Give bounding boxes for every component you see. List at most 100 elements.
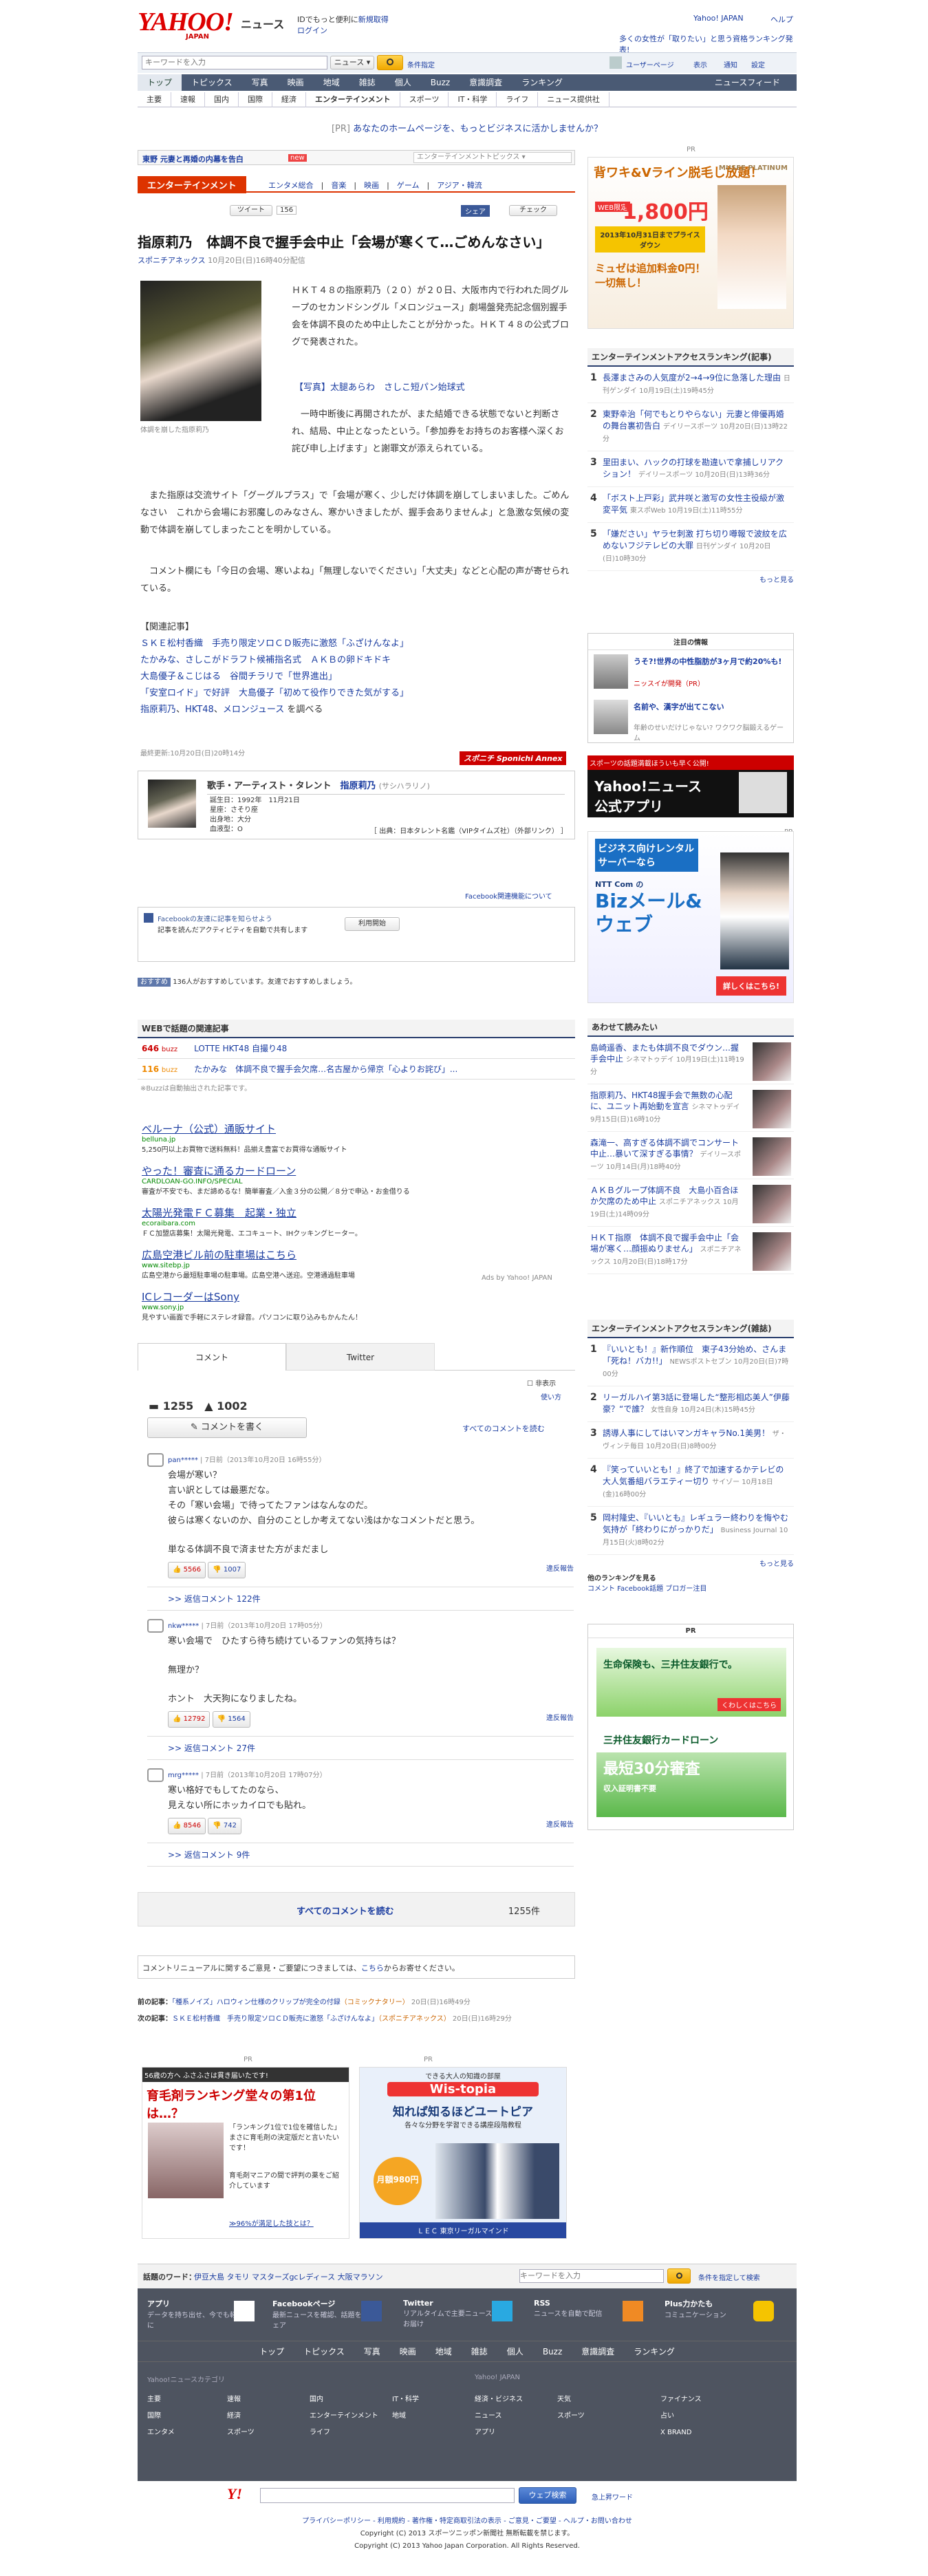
footer-web-search-input[interactable] xyxy=(260,2488,515,2503)
help-link[interactable]: ヘルプ xyxy=(770,14,793,25)
news-app-ad[interactable]: スポーツの話題満載ほういも早く公開! Yahoo!ニュース公式アプリ xyxy=(587,755,794,817)
thumbs-up-button[interactable]: 👍 5566 xyxy=(168,1562,206,1578)
musee-ad[interactable]: 背ワキ&Vライン脱毛し放題！ WEB限定 1,800円 2013年10月31日ま… xyxy=(587,157,794,329)
ranking-item[interactable]: 5 岡村隆史、『いいとも』レギュラー終わりを悔やむ気持が「終わりにがっかりだ」 B… xyxy=(587,1507,794,1555)
yahoo-y-logo[interactable]: Y! xyxy=(227,2485,242,2503)
web-search-button[interactable]: ウェブ検索 xyxy=(519,2487,576,2504)
profile-name[interactable]: 指原莉乃 xyxy=(340,781,376,791)
ad-item[interactable]: ベルーナ（公式）通販サイト belluna.jp 5,250円以上お買物で送料無料！… xyxy=(142,1121,568,1154)
thumbs-down-button[interactable]: 👎 1007 xyxy=(208,1562,246,1578)
search-button[interactable] xyxy=(377,55,403,70)
footer-rss[interactable]: RSS ニュースを自動で配信 xyxy=(534,2298,630,2318)
nav-tab-movie[interactable]: 映画 xyxy=(278,74,314,91)
ntt-ad[interactable]: ビジネス向けレンタルサーバーなら NTT Com の Bizメール&ウェブ 詳し… xyxy=(587,831,794,1003)
hide-checkbox[interactable]: ☐ 非表示 xyxy=(527,1377,556,1388)
cat-link-general[interactable]: エンタメ総合 xyxy=(268,181,314,190)
keyword-link-1[interactable]: 指原莉乃 xyxy=(140,705,176,715)
thumbs-up-button[interactable]: 👍 12792 xyxy=(168,1711,211,1728)
keyword-link-3[interactable]: メロンジュース xyxy=(223,705,284,715)
nav-tab-top[interactable]: トップ xyxy=(138,74,182,91)
facebook-settings-link[interactable]: Facebook関連機能について xyxy=(465,890,552,901)
web-topic-row[interactable]: 116 buzz たかみな 体調不良で握手会欠席…名古屋から帰京「心よりお詫び」… xyxy=(138,1059,575,1080)
legal-links[interactable]: プライバシーポリシー - 利用規約 - 著作権・特定商取引法の表示 - ご意見・… xyxy=(302,2518,632,2525)
ranking-item[interactable]: 1 長澤まさみの人気度が2→4→9位に急落した理由 日刊ゲンダイ 10月19日(土… xyxy=(587,367,794,403)
subnav-sports[interactable]: スポーツ xyxy=(400,92,449,107)
tab-twitter[interactable]: Twitter xyxy=(286,1343,435,1371)
cat-link-movie[interactable]: 映画 xyxy=(364,181,379,190)
check-button[interactable]: チェック xyxy=(509,205,557,216)
search-input[interactable] xyxy=(142,56,327,69)
search-scope-select[interactable]: ニュース ▾ xyxy=(330,56,374,69)
ad-item[interactable]: 太陽光発電ＦＣ募集 起業・独立 ecoraibara.com ＦＣ加盟店募集！太陽光… xyxy=(142,1205,568,1238)
pr-line-link[interactable]: あなたのホームページを、もっとビジネスに活かしませんか？ xyxy=(353,124,603,134)
nav-tab-ranking[interactable]: ランキング xyxy=(512,74,572,91)
photo-link[interactable]: 【写真】太腿あらわ さしこ短パン始球式 xyxy=(294,380,465,393)
prev-article-link[interactable]: 「種系ノイズ」ハロウィン仕様のクリップが完全の付録 xyxy=(172,1999,341,2006)
web-topic-row[interactable]: 646 buzz LOTTE HKT48 自撮り48 xyxy=(138,1038,575,1059)
footer-facebook[interactable]: Facebookページ 最新ニュースを確認、話題をシェア xyxy=(272,2298,369,2330)
subnav-entertainment[interactable]: エンターテインメント xyxy=(306,92,400,107)
cat-link-asia[interactable]: アジア・韓流 xyxy=(437,181,482,190)
article-source[interactable]: スポニチアネックス xyxy=(138,256,206,265)
nav-tab-survey[interactable]: 意識調査 xyxy=(460,74,512,91)
subnav-domestic[interactable]: 国内 xyxy=(205,92,239,107)
topics-select[interactable]: エンターテインメントトピックス ▾ xyxy=(413,152,572,163)
footer-search-input[interactable] xyxy=(519,2269,664,2283)
related-link-3[interactable]: 大島優子＆こじはる 谷間チラリで「世界進出」 xyxy=(140,669,572,685)
nav-tab-buzz[interactable]: Buzz xyxy=(421,74,460,91)
hair-ad[interactable]: 56歳の方へ ふさふさは貫き届いたです! 育毛剤ランキング堂々の第1位は…？ 「… xyxy=(142,2067,349,2239)
replies-link[interactable]: >> 返信コメント 9件 xyxy=(168,1850,250,1860)
footer-twitter[interactable]: Twitter リアルタイムで主要ニュースをお届け xyxy=(403,2298,499,2328)
write-comment-button[interactable]: ✎ コメントを書く xyxy=(147,1417,307,1438)
smbc-insurance-ad[interactable]: 生命保険も、三井住友銀行で。 くわしくはこちら xyxy=(596,1648,786,1717)
cat-link-music[interactable]: 音楽 xyxy=(331,181,346,190)
related-link-1[interactable]: ＳＫＥ松村香織 手売り限定ソロＣＤ販売に激怒「ふざけんなよ」 xyxy=(140,636,572,652)
more-link[interactable]: もっと見る xyxy=(759,574,794,584)
ranking-item[interactable]: 4 『笑っていいとも！』終了で加速するかテレビの大人気番組バラエティー切り サイゾ… xyxy=(587,1459,794,1507)
ranking-item[interactable]: 2 リーガルハイ第3話に登場した“整形相応美人”伊藤豪？“で誰？ 女性自身 10月… xyxy=(587,1386,794,1422)
howto-link[interactable]: 使い方 xyxy=(541,1391,561,1402)
cat-link-game[interactable]: ゲーム xyxy=(397,181,420,190)
footer-plus[interactable]: Plus力かたも コミュニケーション xyxy=(665,2298,761,2319)
report-link[interactable]: 違反報告 xyxy=(546,1818,574,1833)
fb-share-button[interactable]: シェア xyxy=(461,205,490,217)
smbc-loan-ad[interactable]: 三井住友銀行カードローン 最短30分審査 収入証明書不要 xyxy=(596,1728,786,1817)
display-link[interactable]: 表示 xyxy=(693,59,707,69)
ad-item[interactable]: ICレコーダーはSony www.sony.jp 見やすい画面で手軽にステレオ録音。… xyxy=(142,1289,568,1322)
related-link-4[interactable]: 「安室ロイド」で好評 大島優子「初めて役作りできた気がする」 xyxy=(140,685,572,702)
subnav-economy[interactable]: 経済 xyxy=(272,92,306,107)
yahoo-top-link[interactable]: Yahoo! JAPAN xyxy=(693,14,744,23)
next-article-link[interactable]: ＳＫＥ松村香織 手売り限定ソロＣＤ販売に激怒「ふざけんなよ」 xyxy=(172,2015,378,2023)
ad-item[interactable]: やった！審査に通るカードローン CARDLOAN-GO.INFO/SPECIAL 審… xyxy=(142,1163,568,1196)
read-all-bottom-link[interactable]: すべてのコメントを読む xyxy=(296,1904,394,1917)
ranking-item[interactable]: 4 「ボスト上戸彩」武井咲と激写の女性主役級が激変平気 東スポWeb 10月19日… xyxy=(587,487,794,523)
ranking-item[interactable]: 1 『いいとも！』新作順位 東子43分始め、さんま「死ね！バカ!!」 NEWSポス… xyxy=(587,1338,794,1386)
trend-words[interactable]: 伊豆大島 タモリ マスターズgcレディース 大阪マラソン xyxy=(194,2271,383,2282)
news-feed-link[interactable]: ニュースフィード xyxy=(705,74,790,91)
more-link[interactable]: もっと見る xyxy=(759,1558,794,1568)
subnav-life[interactable]: ライフ xyxy=(497,92,539,107)
related-item[interactable]: 指原莉乃、HKT48握手会で無数の心配に、ユニット再始動を宣言 シネマトゥデイ … xyxy=(587,1084,794,1132)
ad-cta-button[interactable]: 詳しくはこちら! xyxy=(715,976,786,996)
nav-tab-local[interactable]: 地域 xyxy=(314,74,349,91)
notify-link[interactable]: 通知 xyxy=(724,59,737,69)
subnav-main[interactable]: 主要 xyxy=(138,92,171,107)
other-rank-links[interactable]: コメント Facebook話題 ブロガー注目 xyxy=(587,1585,706,1593)
read-all-link[interactable]: すべてのコメントを読む xyxy=(462,1423,545,1434)
trending-words-link[interactable]: 急上昇ワード xyxy=(592,2491,633,2502)
footer-app[interactable]: アプリ データを持ち出せ、今でも軽量に xyxy=(147,2298,244,2330)
footer-search-options[interactable]: 条件を指定して検索 xyxy=(698,2272,760,2282)
footer-search-button[interactable] xyxy=(667,2268,691,2284)
subnav-flash[interactable]: 速報 xyxy=(171,92,205,107)
related-link-2[interactable]: たかみな、さしこがドラフト候補指名式 ＡＫＢの卵ドキドキ xyxy=(140,652,572,669)
related-item[interactable]: ＨＫＴ指原 体調不良で握手会中止「会場が寒く…顔振ぬりません」 スポニチアネック… xyxy=(587,1227,794,1274)
replies-link[interactable]: >> 返信コメント 122件 xyxy=(168,1594,261,1604)
thumbs-down-button[interactable]: 👎 1564 xyxy=(212,1711,250,1728)
ranking-item[interactable]: 2 東野幸治「何でもとりやらない」元妻と俳優再婚の舞台裏初告白 デイリースポーツ … xyxy=(587,403,794,451)
nav-tab-topics[interactable]: トピックス xyxy=(182,74,242,91)
tweet-button[interactable]: ツイート xyxy=(230,205,272,216)
report-link[interactable]: 違反報告 xyxy=(546,1562,574,1577)
article-photo[interactable] xyxy=(140,281,261,421)
section-title[interactable]: ニュース xyxy=(241,15,284,32)
related-item[interactable]: 島崎遥香、またも体調不良でダウン…握手会中止 シネマトゥデイ 10月19日(土)… xyxy=(587,1037,794,1084)
